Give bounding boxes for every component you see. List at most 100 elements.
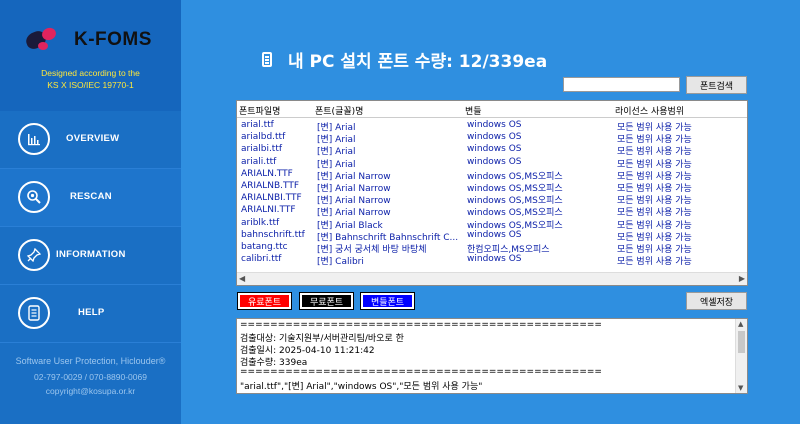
column-header-license[interactable]: 라이선스 사용범위 xyxy=(615,104,735,117)
footer-email: copyright@kosupa.or.kr xyxy=(45,386,136,396)
bar-chart-icon xyxy=(18,123,50,155)
vertical-scrollbar[interactable]: ▲ ▼ xyxy=(735,319,747,393)
legend-variant-font[interactable]: 변들폰트 xyxy=(360,292,415,310)
nav-rescan-label: RESCAN xyxy=(70,191,112,202)
cell-license: 모든 범위 사용 가능 xyxy=(617,208,692,219)
column-header-fontname[interactable]: 폰트(글꼴)명 xyxy=(315,104,463,117)
cell-license: 모든 범위 사용 가능 xyxy=(617,147,692,158)
cell-fontname: [변] Arial xyxy=(317,123,356,133)
cell-fontname: [변] Bahnschrift Bahnschrift C... xyxy=(317,232,459,243)
logo-mark-icon xyxy=(23,25,66,54)
cell-license: 모든 범위 사용 가능 xyxy=(617,159,692,170)
cell-fontname: [변] Arial xyxy=(317,135,356,146)
footer-copyright-line: Software User Protection, Hiclouder® xyxy=(15,356,166,366)
cell-filename: ARIALNBI.TTF xyxy=(241,193,302,204)
cell-fontname: [변] Arial Black xyxy=(317,220,383,231)
table-row[interactable]: ARIALNB.TTF [변] Arial Narrow windows OS,MS… xyxy=(237,181,747,194)
cell-bundle: windows OS,MS오피스 xyxy=(467,171,563,182)
nav-information-label: INFORMATION xyxy=(56,249,126,260)
cell-bundle: windows OS xyxy=(467,254,522,265)
sidebar: K-FOMS Designed according to the KS X IS… xyxy=(0,0,181,424)
logo-area: K-FOMS Designed according to the KS X IS… xyxy=(0,0,181,111)
cell-fontname: [변] 궁서 궁서체 바탕 바탕체 xyxy=(317,245,427,255)
cell-fontname: [변] Arial xyxy=(317,159,356,170)
cell-fontname: [변] Arial Narrow xyxy=(317,171,391,182)
cell-license: 모든 범위 사용 가능 xyxy=(617,257,692,268)
excel-save-button[interactable]: 엑셀저장 xyxy=(686,292,747,310)
font-search-input[interactable] xyxy=(563,77,680,92)
tagline-line2: KS X ISO/IEC 19770-1 xyxy=(47,80,134,90)
cell-fontname: [변] Arial xyxy=(317,147,356,158)
magnifier-icon xyxy=(18,181,50,213)
cell-license: 모든 범위 사용 가능 xyxy=(617,232,692,243)
cell-license: 모든 범위 사용 가능 xyxy=(617,184,692,194)
nav-rescan[interactable]: RESCAN xyxy=(0,169,181,227)
cell-filename: ARIALNI.TTF xyxy=(241,205,296,216)
table-row[interactable]: ARIALNI.TTF [변] Arial Narrow windows OS,MS… xyxy=(237,205,747,219)
page-title-row: 내 PC 설치 폰트 수량: 12/339ea xyxy=(262,47,547,72)
cell-license: 모든 범위 사용 가능 xyxy=(617,123,692,133)
table-row[interactable]: arialbi.ttf [변] Arial windows OS 모든 범위 사용 가… xyxy=(237,144,747,158)
legend-paid-font[interactable]: 유료폰트 xyxy=(237,292,292,310)
tagline-line1: Designed according to the xyxy=(41,68,140,78)
scroll-up-icon[interactable]: ▲ xyxy=(738,320,743,328)
legend-free-font[interactable]: 무료폰트 xyxy=(299,292,354,310)
cell-license: 모든 범위 사용 가능 xyxy=(617,135,692,146)
cell-bundle: windows OS xyxy=(467,229,522,240)
table-row[interactable]: batang.ttc [변] 궁서 궁서체 바탕 바탕체 한컴오피스,MS오피스 모든… xyxy=(237,242,747,255)
table-row[interactable]: ARIALN.TTF [변] Arial Narrow windows OS,MS오… xyxy=(237,168,747,182)
table-row[interactable]: arialbd.ttf [변] Arial windows OS 모든 범위 사용 가… xyxy=(237,132,747,146)
cell-license: 모든 범위 사용 가능 xyxy=(617,196,692,207)
log-separator: ========================================… xyxy=(240,367,602,377)
cell-fontname: [변] Arial Narrow xyxy=(317,196,391,207)
scroll-left-icon[interactable]: ◀ xyxy=(239,274,245,283)
cell-bundle: windows OS xyxy=(467,156,522,167)
table-row[interactable]: arial.ttf [변] Arial windows OS 모든 범위 사용 가능 xyxy=(237,120,747,133)
column-header-bundle[interactable]: 변들 xyxy=(465,104,613,117)
table-row[interactable]: ariblk.ttf [변] Arial Black windows OS,MS오피… xyxy=(237,218,747,231)
cell-filename: calibri.ttf xyxy=(241,254,282,265)
pin-icon xyxy=(18,239,50,271)
page-title: 내 PC 설치 폰트 수량: 12/339ea xyxy=(288,52,548,72)
cell-bundle: windows OS xyxy=(467,120,522,130)
cell-filename: batang.ttc xyxy=(241,242,288,252)
table-row[interactable]: ariali.ttf [변] Arial windows OS 모든 범위 사용 가능 xyxy=(237,156,747,170)
cell-fontname: [변] Arial Narrow xyxy=(317,208,391,219)
font-search-button[interactable]: 폰트검색 xyxy=(686,76,747,94)
cell-bundle: windows OS xyxy=(467,144,522,155)
font-table: 폰트파일명 폰트(글꼴)명 변들 라이선스 사용범위 arial.ttf [변] … xyxy=(236,100,748,286)
nav-help-label: HELP xyxy=(78,307,105,318)
cell-license: 모든 범위 사용 가능 xyxy=(617,245,692,255)
cell-bundle: windows OS,MS오피스 xyxy=(467,184,563,194)
table-row[interactable]: ARIALNBI.TTF [변] Arial Narrow windows OS,M… xyxy=(237,193,747,207)
scroll-right-icon[interactable]: ▶ xyxy=(739,274,745,283)
horizontal-scrollbar[interactable]: ◀ ▶ xyxy=(237,272,747,285)
table-row[interactable]: calibri.ttf [변] Calibri windows OS 모든 범위 사용… xyxy=(237,254,747,268)
document-icon xyxy=(18,297,50,329)
cell-filename: ARIALN.TTF xyxy=(241,168,293,179)
nav-information[interactable]: INFORMATION xyxy=(0,227,181,285)
log-textarea[interactable]: ========================================… xyxy=(236,318,748,394)
scroll-thumb[interactable] xyxy=(738,331,745,353)
cell-filename: arialbd.ttf xyxy=(241,132,286,143)
cell-license: 모든 범위 사용 가능 xyxy=(617,220,692,231)
cell-filename: ARIALNB.TTF xyxy=(241,181,300,191)
cell-bundle: 한컴오피스,MS오피스 xyxy=(467,245,550,255)
cell-license: 모든 범위 사용 가능 xyxy=(617,171,692,182)
cell-bundle: windows OS xyxy=(467,132,522,143)
battery-icon xyxy=(262,52,272,67)
table-header: 폰트파일명 폰트(글꼴)명 변들 라이선스 사용범위 xyxy=(237,101,747,118)
cell-filename: ariali.ttf xyxy=(241,156,277,167)
scroll-down-icon[interactable]: ▼ xyxy=(738,384,743,392)
cell-bundle: windows OS,MS오피스 xyxy=(467,196,563,207)
cell-bundle: windows OS,MS오피스 xyxy=(467,208,563,219)
nav-overview-label: OVERVIEW xyxy=(66,133,120,144)
nav-overview[interactable]: OVERVIEW xyxy=(0,111,181,169)
nav-help[interactable]: HELP xyxy=(0,285,181,343)
footer-phone: 02-797-0029 / 070-8890-0069 xyxy=(34,372,147,382)
logo-text: K-FOMS xyxy=(74,29,152,50)
column-header-filename[interactable]: 폰트파일명 xyxy=(239,104,313,117)
cell-filename: arial.ttf xyxy=(241,120,274,130)
table-row[interactable]: bahnschrift.ttf [변] Bahnschrift Bahnschri… xyxy=(237,229,747,243)
cell-fontname: [변] Calibri xyxy=(317,257,364,268)
